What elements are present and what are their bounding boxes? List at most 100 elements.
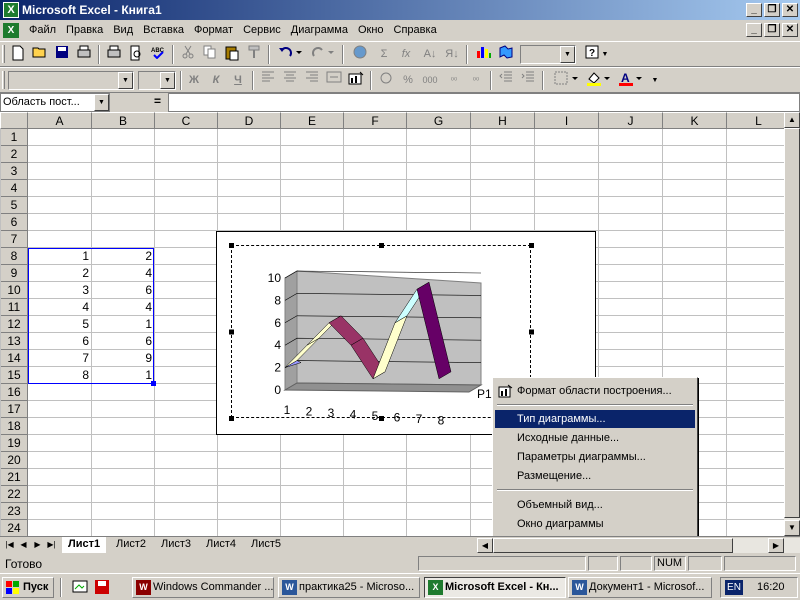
row-header-21[interactable]: 21 — [0, 469, 28, 486]
menu-help[interactable]: Справка — [389, 24, 442, 36]
hyperlink-icon[interactable] — [350, 45, 370, 64]
column-header-h[interactable]: H — [471, 112, 535, 129]
row-header-14[interactable]: 14 — [0, 350, 28, 367]
menu-tools[interactable]: Сервис — [238, 24, 286, 36]
row-header-3[interactable]: 3 — [0, 163, 28, 180]
scroll-up-icon[interactable]: ▲ — [784, 112, 800, 128]
context-menu-item-5[interactable]: Объемный вид... — [495, 496, 695, 514]
row-header-19[interactable]: 19 — [0, 435, 28, 452]
align-left-icon[interactable] — [258, 71, 278, 90]
taskbar-task-2[interactable]: X Microsoft Excel - Кн... — [424, 577, 566, 598]
row-header-9[interactable]: 9 — [0, 265, 28, 282]
toolbar-grip[interactable] — [2, 45, 5, 63]
sort-desc-icon[interactable]: Я↓ — [442, 45, 462, 64]
row-header-16[interactable]: 16 — [0, 384, 28, 401]
paste-icon[interactable] — [222, 45, 242, 64]
font-color-icon[interactable]: A — [616, 71, 644, 90]
open-icon[interactable] — [30, 45, 50, 64]
scroll-left-icon[interactable]: ◀ — [477, 538, 493, 553]
taskbar-task-0[interactable]: W Windows Commander ... — [132, 577, 274, 598]
menu-edit[interactable]: Правка — [61, 24, 108, 36]
column-header-f[interactable]: F — [344, 112, 407, 129]
row-header-22[interactable]: 22 — [0, 486, 28, 503]
close-button[interactable]: ✕ — [782, 3, 798, 17]
chevron-down-icon[interactable]: ▼ — [160, 72, 175, 89]
thousands-button[interactable]: 000 — [420, 71, 440, 90]
fill-handle[interactable] — [151, 381, 156, 386]
context-menu-item-6[interactable]: Окно диаграммы — [495, 515, 695, 533]
row-header-15[interactable]: 15 — [0, 367, 28, 384]
row-header-20[interactable]: 20 — [0, 452, 28, 469]
menu-chart[interactable]: Диаграмма — [286, 24, 353, 36]
underline-button[interactable]: Ч — [228, 71, 248, 90]
context-menu-item-4[interactable]: Размещение... — [495, 467, 695, 485]
doc-minimize-button[interactable]: _ — [746, 23, 762, 37]
percent-button[interactable]: % — [398, 71, 418, 90]
scroll-down-icon[interactable]: ▼ — [784, 520, 800, 536]
chart-wizard-icon[interactable] — [474, 45, 494, 64]
font-name-combo[interactable]: ▼ — [8, 71, 134, 90]
borders-icon[interactable] — [552, 71, 580, 90]
map-icon[interactable] — [496, 45, 516, 64]
row-header-10[interactable]: 10 — [0, 282, 28, 299]
decrease-decimal-icon[interactable]: ⁰⁰ — [466, 71, 486, 90]
start-button[interactable]: Пуск — [2, 577, 54, 598]
function-icon[interactable]: fx — [396, 45, 416, 64]
sheet-tab-4[interactable]: Лист4 — [200, 537, 242, 553]
merge-center-icon[interactable] — [324, 71, 344, 90]
horizontal-scrollbar[interactable]: ◀ ▶ — [477, 538, 800, 553]
increase-indent-icon[interactable] — [518, 71, 538, 90]
currency-icon[interactable] — [376, 71, 396, 90]
scroll-right-icon[interactable]: ▶ — [768, 538, 784, 553]
italic-button[interactable]: К — [206, 71, 226, 90]
formula-equals-button[interactable]: = — [154, 94, 161, 108]
save-quicklaunch-icon[interactable] — [94, 579, 110, 595]
column-header-i[interactable]: I — [535, 112, 599, 129]
worksheet-grid[interactable]: ABCDEFGHIJKL 1 2 3 4 5 6 7 8 9 10 11 12 13 14 15 16 17 18… — [0, 112, 784, 536]
sort-asc-icon[interactable]: A↓ — [420, 45, 440, 64]
zoom-combo[interactable]: ▼ — [520, 45, 576, 64]
print-preview-icon[interactable] — [74, 45, 94, 64]
context-menu-item-3[interactable]: Параметры диаграммы... — [495, 448, 695, 466]
chevron-down-icon[interactable]: ▼ — [94, 94, 109, 111]
workbook-icon[interactable]: X — [3, 23, 19, 38]
save-icon[interactable] — [52, 45, 72, 64]
context-menu-item-1[interactable]: Тип диаграммы... — [495, 410, 695, 428]
toolbar-options-icon[interactable]: ▼ — [650, 71, 660, 90]
context-menu-item-2[interactable]: Исходные данные... — [495, 429, 695, 447]
column-header-d[interactable]: D — [218, 112, 281, 129]
column-header-g[interactable]: G — [407, 112, 471, 129]
formula-input[interactable] — [168, 93, 800, 112]
increase-decimal-icon[interactable]: ⁰⁰ — [444, 71, 464, 90]
name-box[interactable]: Область пост... ▼ — [0, 93, 110, 112]
row-header-6[interactable]: 6 — [0, 214, 28, 231]
column-header-a[interactable]: A — [28, 112, 92, 129]
toolbar-grip[interactable] — [2, 71, 5, 89]
fill-color-icon[interactable] — [584, 71, 612, 90]
column-header-j[interactable]: J — [599, 112, 663, 129]
context-menu-item-0[interactable]: Формат области построения... — [495, 382, 695, 400]
redo-icon[interactable] — [308, 45, 336, 64]
cut-icon[interactable] — [178, 45, 198, 64]
column-header-c[interactable]: C — [155, 112, 218, 129]
vertical-scrollbar[interactable]: ▲ ▼ — [784, 112, 800, 536]
column-header-l[interactable]: L — [727, 112, 784, 129]
row-header-5[interactable]: 5 — [0, 197, 28, 214]
row-header-12[interactable]: 12 — [0, 316, 28, 333]
row-header-24[interactable]: 24 — [0, 520, 28, 536]
column-header-e[interactable]: E — [281, 112, 344, 129]
row-header-7[interactable]: 7 — [0, 231, 28, 248]
menu-view[interactable]: Вид — [108, 24, 138, 36]
prev-sheet-icon[interactable]: ◀ — [17, 538, 30, 552]
menu-window[interactable]: Окно — [353, 24, 389, 36]
print-icon[interactable] — [104, 45, 124, 64]
select-all-corner[interactable] — [0, 112, 28, 129]
maximize-button[interactable]: ❐ — [764, 3, 780, 17]
chevron-down-icon[interactable]: ▼ — [560, 46, 575, 63]
doc-restore-button[interactable]: ❐ — [764, 23, 780, 37]
help-icon[interactable]: ? — [582, 45, 602, 64]
last-sheet-icon[interactable]: ▶| — [45, 538, 58, 552]
row-header-4[interactable]: 4 — [0, 180, 28, 197]
spelling-icon[interactable]: ABC — [148, 45, 168, 64]
bold-button[interactable]: Ж — [184, 71, 204, 90]
